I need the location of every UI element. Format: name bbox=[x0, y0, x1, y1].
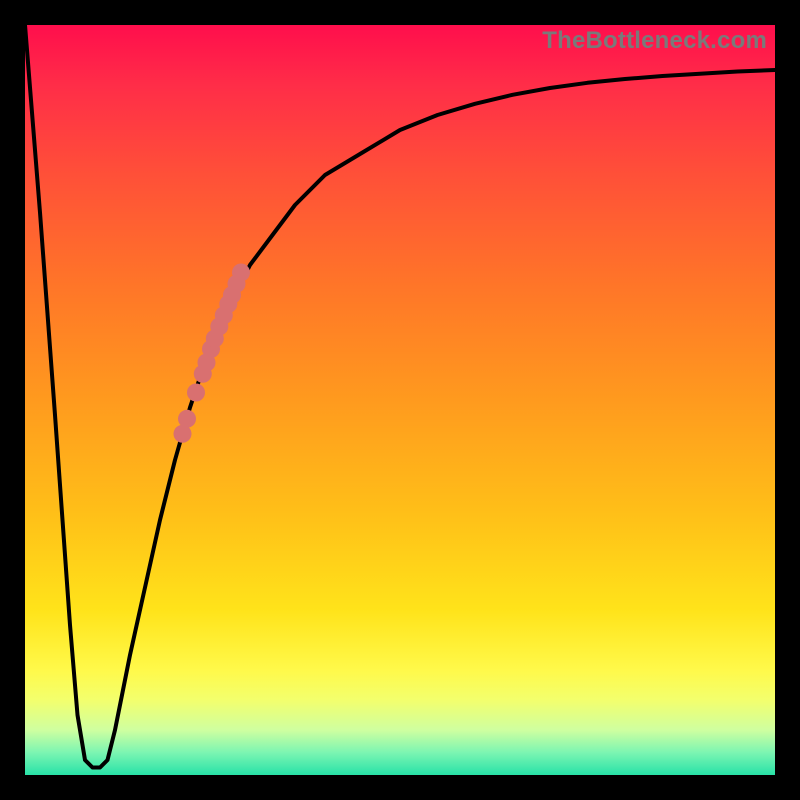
line-chart bbox=[25, 25, 775, 775]
highlight-dot bbox=[178, 410, 196, 428]
bottleneck-curve bbox=[25, 25, 775, 768]
plot-area: TheBottleneck.com bbox=[25, 25, 775, 775]
highlight-dot bbox=[187, 384, 205, 402]
highlight-dot bbox=[232, 264, 250, 282]
chart-frame: TheBottleneck.com bbox=[0, 0, 800, 800]
